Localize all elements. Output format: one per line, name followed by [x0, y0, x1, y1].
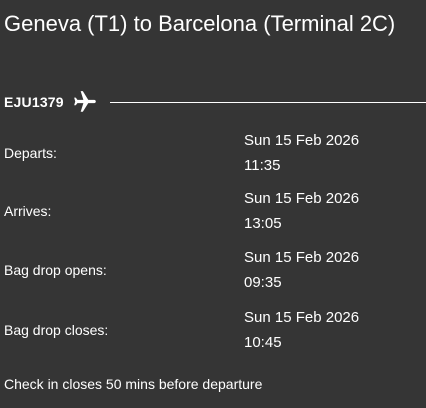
- bag-drop-closes-value: Sun 15 Feb 2026 10:45: [244, 305, 359, 355]
- flight-number-row: EJU1379: [4, 88, 426, 116]
- check-in-note: Check in closes 50 mins before departure: [4, 376, 263, 392]
- departs-time: 11:35: [244, 157, 281, 174]
- bag-drop-closes-row: Bag drop closes: Sun 15 Feb 2026 10:45: [4, 305, 426, 355]
- bag-drop-closes-date: Sun 15 Feb 2026: [244, 309, 360, 326]
- route-title: Geneva (T1) to Barcelona (Terminal 2C): [4, 11, 396, 36]
- bag-drop-closes-label: Bag drop closes:: [4, 322, 109, 338]
- bag-drop-closes-time: 10:45: [244, 334, 282, 351]
- arrives-time: 13:05: [244, 215, 282, 232]
- route-line-divider: [109, 102, 426, 103]
- arrives-value: Sun 15 Feb 2026 13:05: [244, 186, 359, 236]
- flight-info-card: Geneva (T1) to Barcelona (Terminal 2C) E…: [0, 0, 426, 408]
- departs-value: Sun 15 Feb 2026 11:35: [244, 128, 359, 178]
- airplane-icon: [70, 89, 100, 115]
- arrives-row: Arrives: Sun 15 Feb 2026 13:05: [4, 186, 426, 236]
- bag-drop-opens-date: Sun 15 Feb 2026: [244, 249, 360, 266]
- bag-drop-opens-row: Bag drop opens: Sun 15 Feb 2026 09:35: [4, 245, 426, 295]
- arrives-date: Sun 15 Feb 2026: [244, 190, 360, 207]
- bag-drop-opens-time: 09:35: [244, 274, 282, 291]
- bag-drop-opens-value: Sun 15 Feb 2026 09:35: [244, 245, 359, 295]
- departs-row: Departs: Sun 15 Feb 2026 11:35: [4, 128, 426, 178]
- departs-date: Sun 15 Feb 2026: [244, 132, 360, 149]
- flight-number: EJU1379: [4, 94, 64, 110]
- bag-drop-opens-label: Bag drop opens:: [4, 262, 107, 278]
- arrives-label: Arrives:: [4, 203, 52, 219]
- departs-label: Departs:: [4, 145, 57, 161]
